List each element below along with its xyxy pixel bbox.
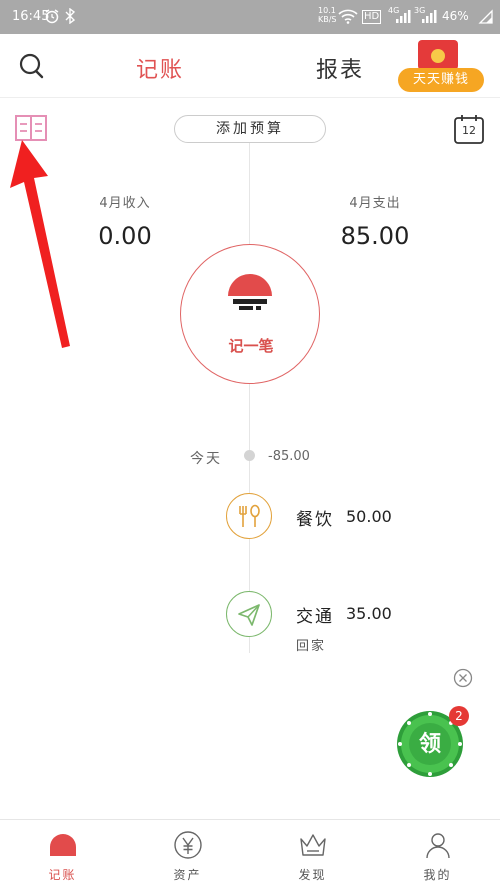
nav-discover[interactable]: 发现 bbox=[250, 820, 375, 889]
nav-profile-label: 我的 bbox=[423, 868, 452, 882]
dining-icon bbox=[227, 504, 271, 542]
record-entry-button[interactable]: 记一笔 bbox=[180, 244, 320, 384]
net-speed: 10.1 KB/S bbox=[318, 6, 337, 24]
entry-transport-note: 回家 bbox=[296, 639, 327, 654]
entry-transport-title: 交通 bbox=[296, 607, 334, 627]
income-label: 4月收入 bbox=[99, 196, 151, 211]
nav-ledger-label: 记账 bbox=[48, 868, 77, 882]
today-amount: -85.00 bbox=[268, 449, 310, 464]
nav-assets[interactable]: 资产 bbox=[125, 820, 250, 889]
battery-percent: 46% bbox=[442, 9, 469, 23]
search-button[interactable] bbox=[16, 51, 46, 81]
search-icon bbox=[16, 53, 46, 85]
app-logo-icon bbox=[227, 272, 273, 318]
top-header: 记账 报表 天天赚钱 bbox=[0, 34, 500, 98]
earn-money-label: 天天赚钱 bbox=[398, 68, 484, 92]
expense-label: 4月支出 bbox=[349, 196, 401, 211]
bluetooth-icon bbox=[64, 7, 76, 28]
reward-label: 领 bbox=[418, 732, 441, 757]
red-envelope-icon bbox=[418, 40, 458, 70]
timeline-dot bbox=[244, 450, 255, 461]
nav-assets-label: 资产 bbox=[173, 868, 202, 882]
entry-dining-button[interactable] bbox=[226, 493, 272, 539]
nav-ledger[interactable]: 记账 bbox=[0, 820, 125, 889]
entry-transport-amount: 35.00 bbox=[346, 604, 392, 623]
paper-plane-icon bbox=[227, 604, 271, 640]
today-label: 今天 bbox=[190, 451, 222, 467]
wifi-icon bbox=[338, 8, 358, 28]
calendar-button[interactable]: 12 bbox=[453, 113, 485, 145]
entry-dining-title: 餐饮 bbox=[296, 510, 334, 530]
nav-discover-label: 发现 bbox=[298, 868, 327, 882]
yen-icon bbox=[173, 830, 203, 860]
income-value: 0.00 bbox=[98, 222, 152, 250]
tab-ledger[interactable]: 记账 bbox=[120, 52, 200, 84]
close-icon bbox=[453, 668, 473, 692]
entry-transport-button[interactable] bbox=[226, 591, 272, 637]
earn-money-button[interactable]: 天天赚钱 bbox=[398, 40, 484, 94]
entry-dining-amount: 50.00 bbox=[346, 507, 392, 526]
status-bar: 16:45 10.1 KB/S HD 4G 3G 46% bbox=[0, 0, 500, 34]
alarm-icon bbox=[44, 8, 60, 28]
bottom-nav: 记账 资产 发现 我的 bbox=[0, 819, 500, 889]
timeline-line bbox=[249, 143, 250, 653]
tab-report[interactable]: 报表 bbox=[300, 52, 380, 84]
calendar-day: 12 bbox=[462, 124, 476, 137]
battery-icon bbox=[478, 9, 494, 29]
ledger-icon bbox=[48, 830, 78, 860]
add-budget-button[interactable]: 添加预算 bbox=[174, 115, 326, 143]
signal-icon-1 bbox=[395, 8, 411, 28]
profile-icon bbox=[423, 830, 453, 860]
hd-badge: HD bbox=[362, 10, 382, 24]
crown-icon bbox=[298, 830, 328, 860]
record-entry-label: 记一笔 bbox=[228, 337, 274, 355]
reward-button[interactable]: 领 2 bbox=[394, 706, 469, 778]
signal-icon-2 bbox=[421, 8, 437, 28]
close-reward-button[interactable] bbox=[453, 668, 473, 688]
nav-profile[interactable]: 我的 bbox=[375, 820, 500, 889]
reward-count-badge: 2 bbox=[449, 706, 469, 726]
account-book-button[interactable] bbox=[14, 114, 48, 142]
expense-value: 85.00 bbox=[340, 222, 410, 250]
